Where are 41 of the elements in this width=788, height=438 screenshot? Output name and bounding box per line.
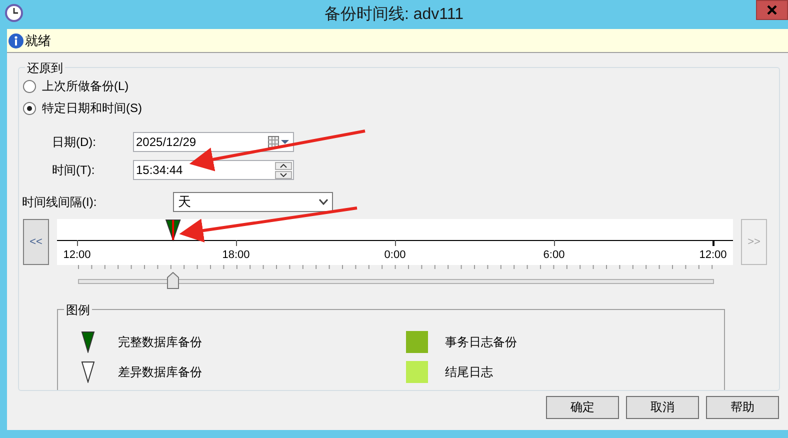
legend-label: 完整数据库备份	[118, 334, 202, 350]
field-label: 时间线间隔(I):	[22, 194, 98, 210]
dialog-button[interactable]: 确定	[546, 396, 619, 419]
date-field[interactable]: 2025/12/29	[133, 132, 294, 152]
clock-icon	[5, 4, 23, 22]
legend-label: 事务日志备份	[445, 334, 517, 350]
filled-triangle-icon	[81, 331, 95, 353]
chevron-down-icon	[280, 172, 287, 176]
spin-down-button[interactable]	[275, 170, 292, 178]
dialog-button[interactable]: 取消	[626, 396, 699, 419]
calendar-icon[interactable]	[268, 136, 290, 148]
group-title: 还原到	[25, 60, 65, 77]
time-label: 18:00	[221, 249, 251, 261]
time-field[interactable]: 15:34:44	[133, 160, 294, 180]
time-label: 12:00	[698, 249, 728, 261]
legend-label: 差异数据库备份	[118, 364, 202, 380]
radio-option[interactable]: 特定日期和时间(S)	[23, 97, 142, 119]
radio-dot[interactable]	[23, 80, 36, 92]
status-text: 就绪	[25, 32, 51, 50]
time-label: 0:00	[383, 249, 407, 261]
previous-button[interactable]: <<	[23, 219, 49, 265]
chevron-down-icon	[319, 199, 328, 205]
group-title: 图例	[64, 302, 92, 319]
close-button[interactable]	[756, 0, 788, 20]
field-label: 时间(T):	[52, 162, 96, 178]
slider-thumb[interactable]	[167, 272, 180, 289]
legend-label: 结尾日志	[445, 364, 493, 380]
interval-dropdown[interactable]: 天	[173, 192, 333, 212]
chevron-up-icon	[280, 164, 287, 168]
window-title: 备份时间线: adv111	[324, 4, 464, 25]
info-icon	[8, 32, 24, 48]
spin-up-button[interactable]	[275, 162, 292, 170]
field-label: 日期(D):	[52, 134, 97, 150]
time-label: 6:00	[542, 249, 566, 261]
backup-marker[interactable]	[165, 220, 181, 242]
time-label: 12:00	[62, 249, 92, 261]
radio-dot[interactable]	[23, 102, 36, 114]
hollow-triangle-icon	[81, 361, 95, 383]
radio-option[interactable]: 上次所做备份(L)	[23, 75, 129, 97]
close-icon	[767, 5, 777, 15]
dialog-button[interactable]: 帮助	[706, 396, 779, 419]
